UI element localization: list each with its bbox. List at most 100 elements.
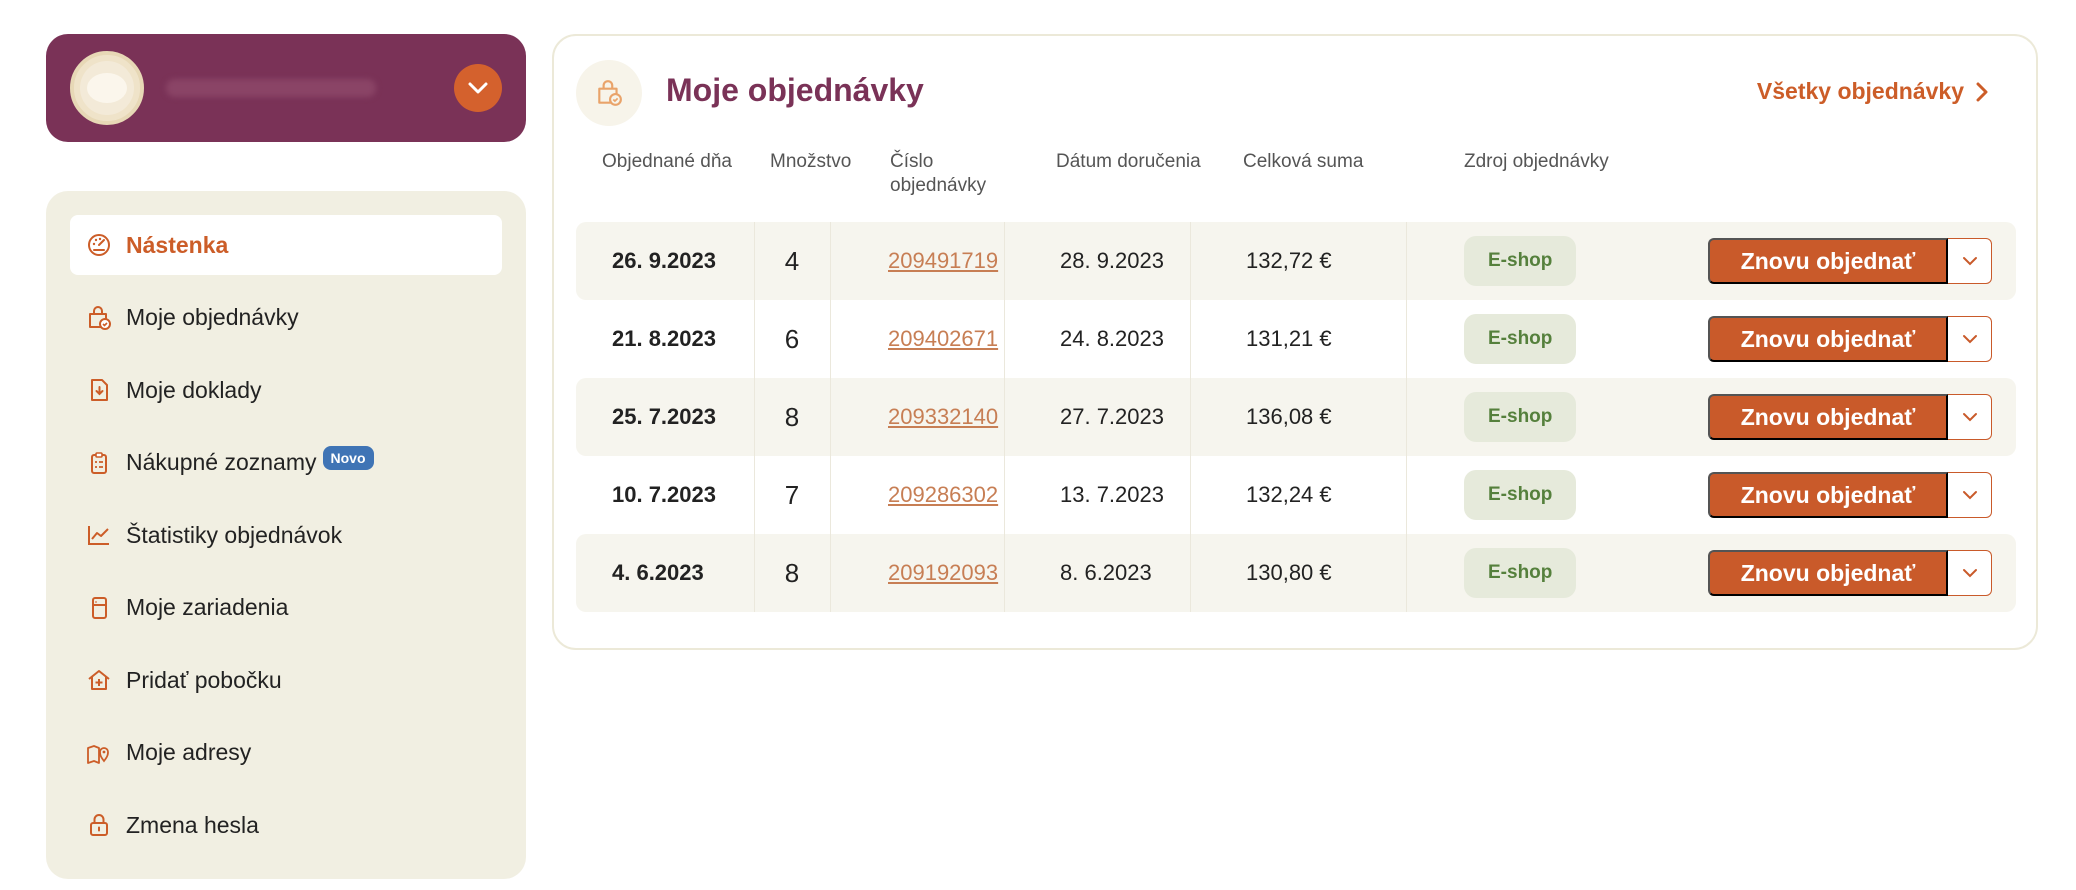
column-header-delivery: Dátum doručenia xyxy=(1056,151,1201,172)
reorder-options-button[interactable] xyxy=(1948,316,1992,362)
source-badge: E-shop xyxy=(1464,470,1577,520)
chevron-down-icon xyxy=(1962,413,1977,422)
order-total: 132,24 € xyxy=(1246,482,1332,507)
sidebar-item-label: Moje adresy xyxy=(126,739,252,765)
new-badge: Novo xyxy=(322,445,374,470)
sidebar-item-label: Zmena hesla xyxy=(126,811,259,838)
sidebar-item-label: Nákupné zoznamy xyxy=(126,449,317,475)
delivery-date: 8. 6.2023 xyxy=(1060,560,1152,585)
sidebar-item-my-addresses[interactable]: Moje adresy xyxy=(70,723,502,783)
chevron-down-icon xyxy=(1962,257,1977,266)
order-total: 131,21 € xyxy=(1246,326,1332,351)
order-number-link[interactable]: 209402671 xyxy=(888,300,998,378)
sidebar-item-label: Moje doklady xyxy=(126,376,262,403)
sidebar-item-add-branch[interactable]: Pridať pobočku xyxy=(70,650,502,710)
order-number-link[interactable]: 209332140 xyxy=(888,378,998,456)
order-number-link[interactable]: 209286302 xyxy=(888,456,998,534)
line-chart-icon xyxy=(86,522,112,548)
delivery-date: 27. 7.2023 xyxy=(1060,404,1164,429)
chevron-down-icon xyxy=(468,82,488,94)
reorder-button[interactable]: Znovu objednať xyxy=(1708,238,1948,284)
sidebar-item-label: Nástenka xyxy=(126,231,229,258)
sidebar-item-shopping-lists[interactable]: Nákupné zoznamy Novo xyxy=(70,433,502,493)
order-quantity: 8 xyxy=(784,557,800,588)
reorder-button[interactable]: Znovu objednať xyxy=(1708,316,1948,362)
lock-icon xyxy=(86,812,112,838)
chevron-down-icon xyxy=(1962,491,1977,500)
device-icon xyxy=(86,595,112,621)
table-row: 10. 7.2023 7 209286302 13. 7.2023 132,24… xyxy=(576,456,2016,534)
order-number-link[interactable]: 209491719 xyxy=(888,222,998,300)
order-quantity: 7 xyxy=(784,479,800,510)
user-name-redacted xyxy=(166,79,376,97)
order-date: 4. 6.2023 xyxy=(612,560,704,585)
reorder-options-button[interactable] xyxy=(1948,238,1992,284)
add-branch-icon xyxy=(86,667,112,693)
order-quantity: 4 xyxy=(784,245,800,276)
delivery-date: 24. 8.2023 xyxy=(1060,326,1164,351)
chevron-down-icon xyxy=(1962,335,1977,344)
sidebar-item-label: Moje objednávky xyxy=(126,304,299,330)
reorder-options-button[interactable] xyxy=(1948,394,1992,440)
sidebar-item-my-orders[interactable]: Moje objednávky xyxy=(70,288,502,348)
source-badge: E-shop xyxy=(1464,548,1577,598)
all-orders-label: Všetky objednávky xyxy=(1756,78,1964,104)
sidebar-item-change-password[interactable]: Zmena hesla xyxy=(70,795,502,855)
column-header-number-line2: objednávky xyxy=(890,175,987,196)
column-header-ordered: Objednané dňa xyxy=(602,151,732,172)
sidebar-item-label: Štatistiky objednávok xyxy=(126,521,343,548)
sidebar-item-label: Moje zariadenia xyxy=(126,594,289,620)
map-pin-icon xyxy=(86,740,112,766)
order-date: 10. 7.2023 xyxy=(612,482,716,507)
sidebar-item-my-devices[interactable]: Moje zariadenia xyxy=(70,578,502,638)
order-number-link[interactable]: 209192093 xyxy=(888,534,998,612)
reorder-button[interactable]: Znovu objednať xyxy=(1708,472,1948,518)
table-row: 4. 6.2023 8 209192093 8. 6.2023 130,80 €… xyxy=(576,534,2016,612)
delivery-date: 28. 9.2023 xyxy=(1060,248,1164,273)
column-header-number-line1: Číslo xyxy=(890,151,934,172)
reorder-split-button: Znovu objednať xyxy=(1708,316,1992,362)
reorder-split-button: Znovu objednať xyxy=(1708,238,1992,284)
reorder-options-button[interactable] xyxy=(1948,550,1992,596)
source-badge: E-shop xyxy=(1464,314,1577,364)
column-header-total: Celková suma xyxy=(1243,151,1364,172)
user-menu-toggle[interactable] xyxy=(454,64,502,112)
column-header-number: Číslo objednávky xyxy=(890,150,986,198)
table-row: 21. 8.2023 6 209402671 24. 8.2023 131,21… xyxy=(576,300,2016,378)
sidebar-item-label: Pridať pobočku xyxy=(126,666,282,693)
chevron-right-icon xyxy=(1976,82,1988,101)
page-title: Moje objednávky xyxy=(666,72,924,108)
column-header-source: Zdroj objednávky xyxy=(1464,151,1609,172)
order-date: 25. 7.2023 xyxy=(612,404,716,429)
dashboard-icon xyxy=(86,232,112,258)
clipboard-list-icon xyxy=(86,450,112,476)
sidebar: Nástenka Moje objednávky Moje doklady Ná… xyxy=(46,191,526,879)
reorder-split-button: Znovu objednať xyxy=(1708,394,1992,440)
sidebar-item-dashboard[interactable]: Nástenka xyxy=(70,215,502,275)
source-badge: E-shop xyxy=(1464,236,1577,286)
avatar-logo-icon xyxy=(70,51,144,125)
sidebar-item-my-documents[interactable]: Moje doklady xyxy=(70,360,502,420)
orders-table: 26. 9.2023 4 209491719 28. 9.2023 132,72… xyxy=(576,222,2016,612)
source-badge: E-shop xyxy=(1464,392,1577,442)
reorder-options-button[interactable] xyxy=(1948,472,1992,518)
shopping-bag-icon xyxy=(86,305,112,331)
orders-panel: Moje objednávky Všetky objednávky Objedn… xyxy=(552,34,2038,650)
order-quantity: 6 xyxy=(784,323,800,354)
reorder-button[interactable]: Znovu objednať xyxy=(1708,550,1948,596)
all-orders-link[interactable]: Všetky objednávky xyxy=(1757,78,1988,105)
reorder-split-button: Znovu objednať xyxy=(1708,550,1992,596)
order-total: 136,08 € xyxy=(1246,404,1332,429)
sidebar-item-order-statistics[interactable]: Štatistiky objednávok xyxy=(70,505,502,565)
order-total: 130,80 € xyxy=(1246,560,1332,585)
order-total: 132,72 € xyxy=(1246,248,1332,273)
delivery-date: 13. 7.2023 xyxy=(1060,482,1164,507)
user-card[interactable] xyxy=(46,34,526,142)
column-header-quantity: Množstvo xyxy=(770,151,852,172)
order-quantity: 8 xyxy=(784,401,800,432)
chevron-down-icon xyxy=(1962,569,1977,578)
table-row: 25. 7.2023 8 209332140 27. 7.2023 136,08… xyxy=(576,378,2016,456)
document-download-icon xyxy=(86,377,112,403)
shopping-bag-icon xyxy=(576,60,642,126)
reorder-button[interactable]: Znovu objednať xyxy=(1708,394,1948,440)
